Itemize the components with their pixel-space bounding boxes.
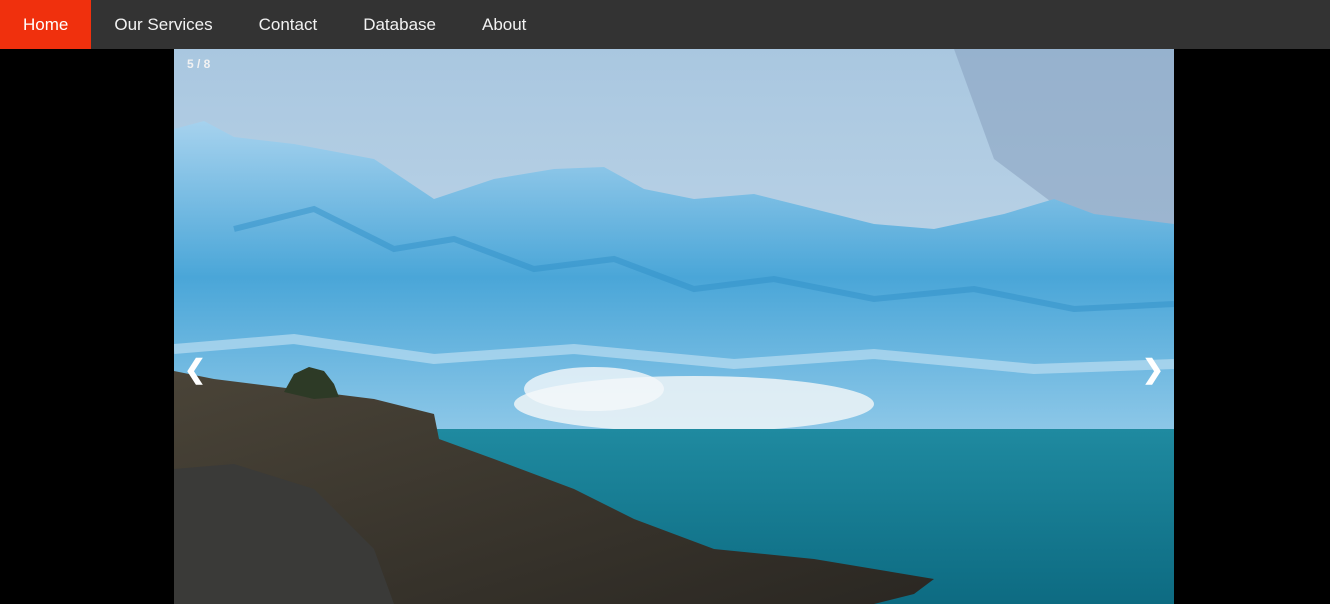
previous-slide-button[interactable]: ❮: [182, 349, 208, 389]
nav-database-link[interactable]: Database: [340, 0, 459, 49]
slide-counter: 5 / 8: [187, 57, 211, 71]
top-navigation-bar: Home Our Services Contact Database About: [0, 0, 1330, 49]
nav-contact-link[interactable]: Contact: [236, 0, 341, 49]
nav-our-services-link[interactable]: Our Services: [91, 0, 235, 49]
nav-about-link[interactable]: About: [459, 0, 549, 49]
nav-home-link[interactable]: Home: [0, 0, 92, 49]
next-slide-button[interactable]: ❯: [1140, 349, 1166, 389]
slideshow-container: 5 / 8 ❮ ❯: [174, 49, 1174, 604]
glacier-photo: [174, 49, 1174, 604]
